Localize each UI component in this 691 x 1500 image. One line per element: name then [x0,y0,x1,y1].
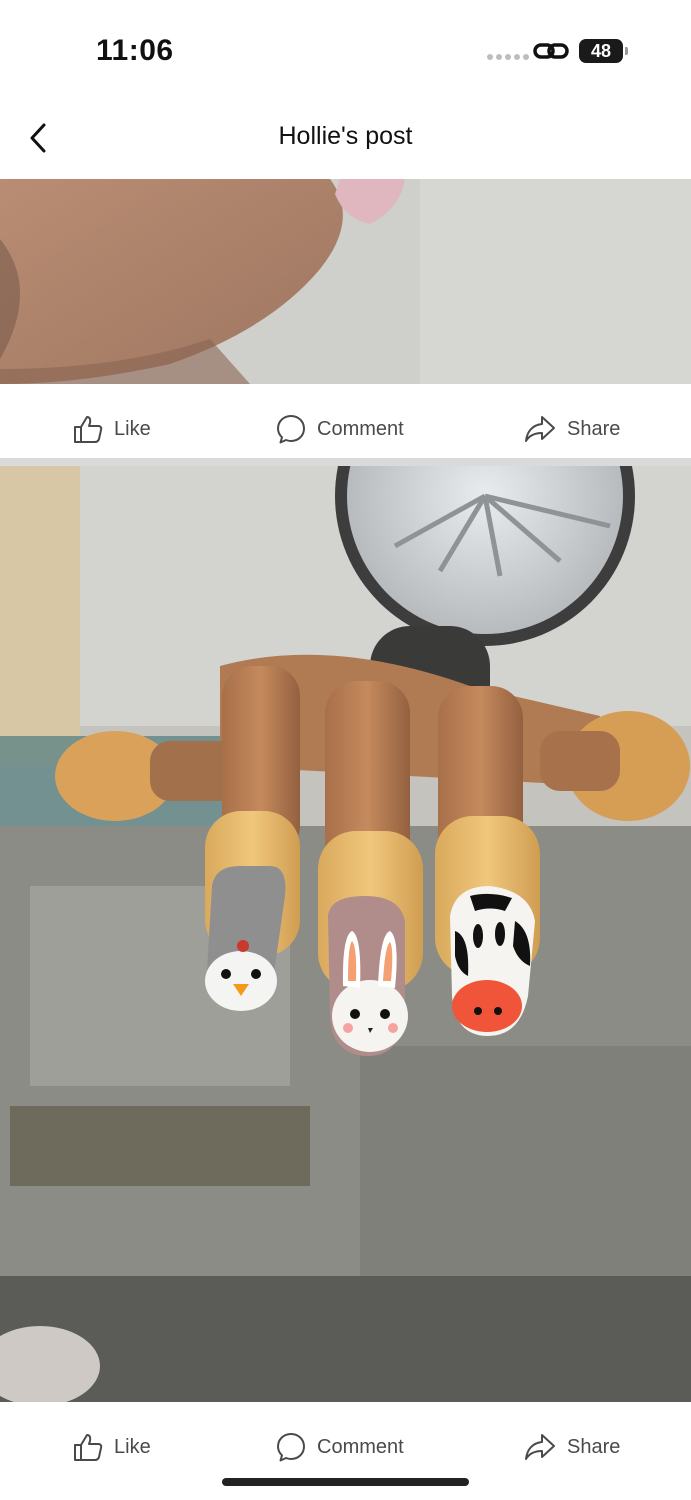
share-label: Share [567,1435,621,1458]
like-label: Like [114,417,151,440]
thumbs-up-icon [74,416,103,443]
like-label: Like [114,1435,151,1458]
photo-illustration [0,466,691,1402]
signal-dots-icon [487,54,529,60]
post-header: Hollie's post [0,100,691,178]
comment-label: Comment [317,1435,404,1458]
post-separator [0,458,691,466]
share-label: Share [567,417,621,440]
home-indicator[interactable] [222,1478,469,1486]
painted-fake-nails-photo[interactable] [0,466,691,1402]
share-arrow-icon [525,416,555,442]
share-arrow-icon [525,1434,555,1460]
link-icon [533,43,569,59]
like-button[interactable]: Like [72,390,151,468]
share-button[interactable]: Share [523,1408,620,1486]
battery-icon: 48 [579,39,628,63]
hand-holding-nail-photo[interactable] [0,179,691,384]
like-button[interactable]: Like [72,1408,151,1486]
photo-illustration [0,179,691,384]
comment-bubble-icon [277,1433,305,1462]
comment-button[interactable]: Comment [275,390,404,468]
share-button[interactable]: Share [523,390,620,468]
page-title: Hollie's post [278,122,413,150]
comment-button[interactable]: Comment [275,1408,404,1486]
comment-label: Comment [317,417,404,440]
thumbs-up-icon [74,1434,103,1461]
battery-level: 48 [590,40,612,61]
status-time: 11:06 [96,34,174,67]
post-actions: Like Comment Share [0,390,691,468]
status-bar: 11:06 48 [0,0,691,100]
comment-bubble-icon [277,415,305,444]
post-actions: Like Comment Share [0,1408,691,1486]
